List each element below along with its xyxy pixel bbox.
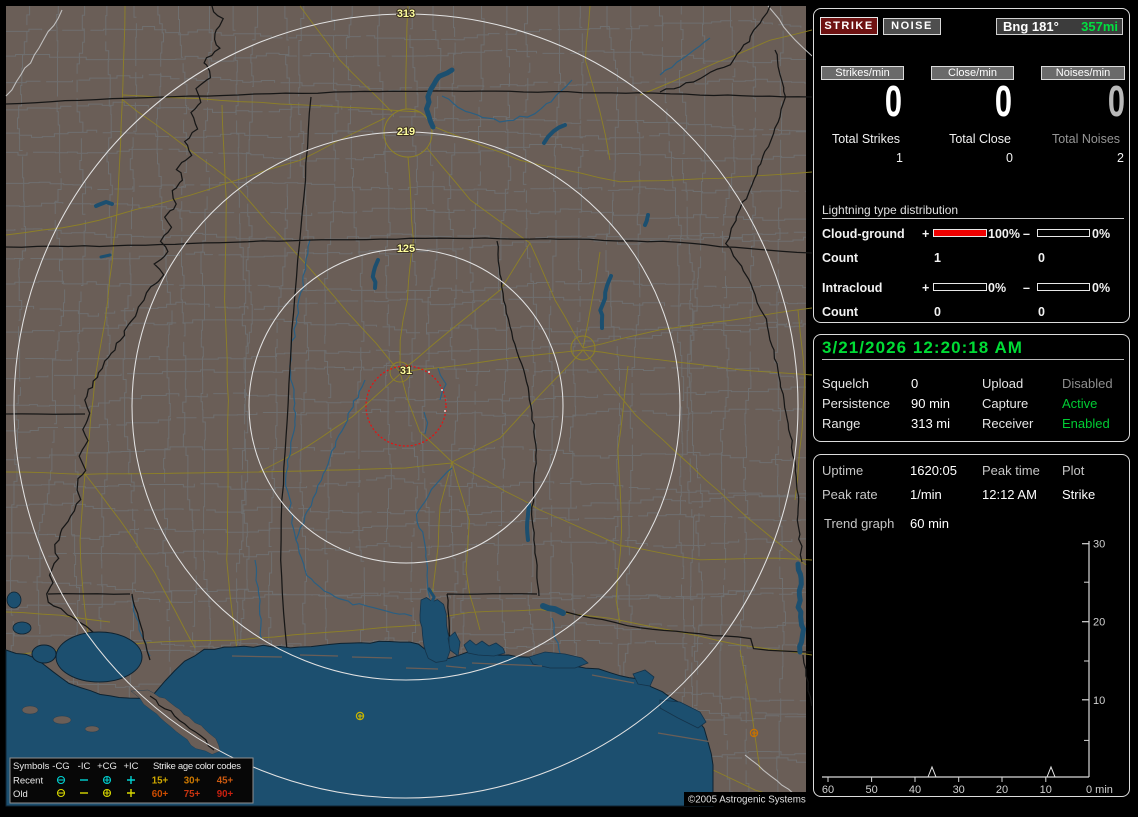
svg-text:50: 50 xyxy=(865,784,877,796)
svg-text:Recent: Recent xyxy=(13,776,43,787)
svg-text:0 min: 0 min xyxy=(1086,784,1113,796)
svg-text:-CG: -CG xyxy=(52,761,69,772)
svg-text:+CG: +CG xyxy=(97,761,117,772)
svg-text:Old: Old xyxy=(13,789,28,800)
svg-text:45+: 45+ xyxy=(217,776,234,787)
svg-text:-IC: -IC xyxy=(78,761,91,772)
svg-text:30: 30 xyxy=(953,784,965,796)
svg-text:20: 20 xyxy=(996,784,1008,796)
svg-text:75+: 75+ xyxy=(184,789,201,800)
svg-text:125: 125 xyxy=(397,243,415,255)
svg-text:30+: 30+ xyxy=(184,776,201,787)
svg-text:10: 10 xyxy=(1040,784,1052,796)
svg-text:60+: 60+ xyxy=(152,789,169,800)
svg-text:313: 313 xyxy=(397,8,415,20)
svg-text:219: 219 xyxy=(397,126,415,138)
svg-text:40: 40 xyxy=(909,784,921,796)
svg-text:10: 10 xyxy=(1093,695,1105,707)
svg-text:30: 30 xyxy=(1093,539,1105,551)
svg-text:60: 60 xyxy=(822,784,834,796)
svg-text:15+: 15+ xyxy=(152,776,169,787)
svg-text:90+: 90+ xyxy=(217,789,234,800)
svg-text:Symbols: Symbols xyxy=(13,761,50,772)
svg-text:31: 31 xyxy=(400,365,412,377)
svg-text:©2005 Astrogenic Systems: ©2005 Astrogenic Systems xyxy=(688,795,806,806)
svg-text:+IC: +IC xyxy=(123,761,138,772)
svg-text:20: 20 xyxy=(1093,617,1105,629)
svg-text:Strike age color codes: Strike age color codes xyxy=(153,761,241,772)
